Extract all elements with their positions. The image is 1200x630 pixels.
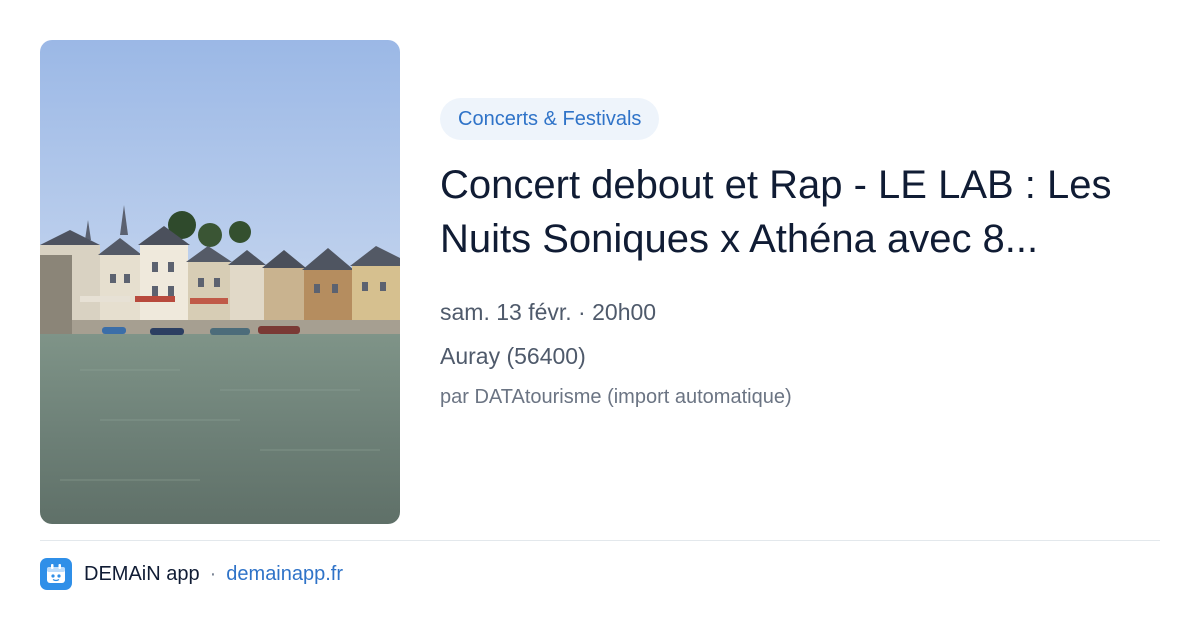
event-info: Concerts & Festivals Concert debout et R…: [440, 98, 1160, 410]
event-image[interactable]: [40, 40, 400, 524]
event-title[interactable]: Concert debout et Rap - LE LAB : Les Nui…: [440, 158, 1140, 266]
footer-separator: ·: [209, 562, 217, 585]
app-logo-icon[interactable]: [40, 558, 72, 590]
category-badge[interactable]: Concerts & Festivals: [440, 98, 660, 140]
app-name: DEMAiN app: [84, 562, 200, 585]
footer: DEMAiN app · demainapp.fr: [40, 558, 343, 590]
footer-divider: [40, 540, 1160, 541]
event-source: par DATAtourisme (import automatique): [440, 386, 792, 408]
event-date-time: sam. 13 févr. · 20h00: [440, 299, 657, 325]
event-location: Auray (56400): [440, 343, 586, 369]
app-domain-link[interactable]: demainapp.fr: [226, 563, 343, 586]
